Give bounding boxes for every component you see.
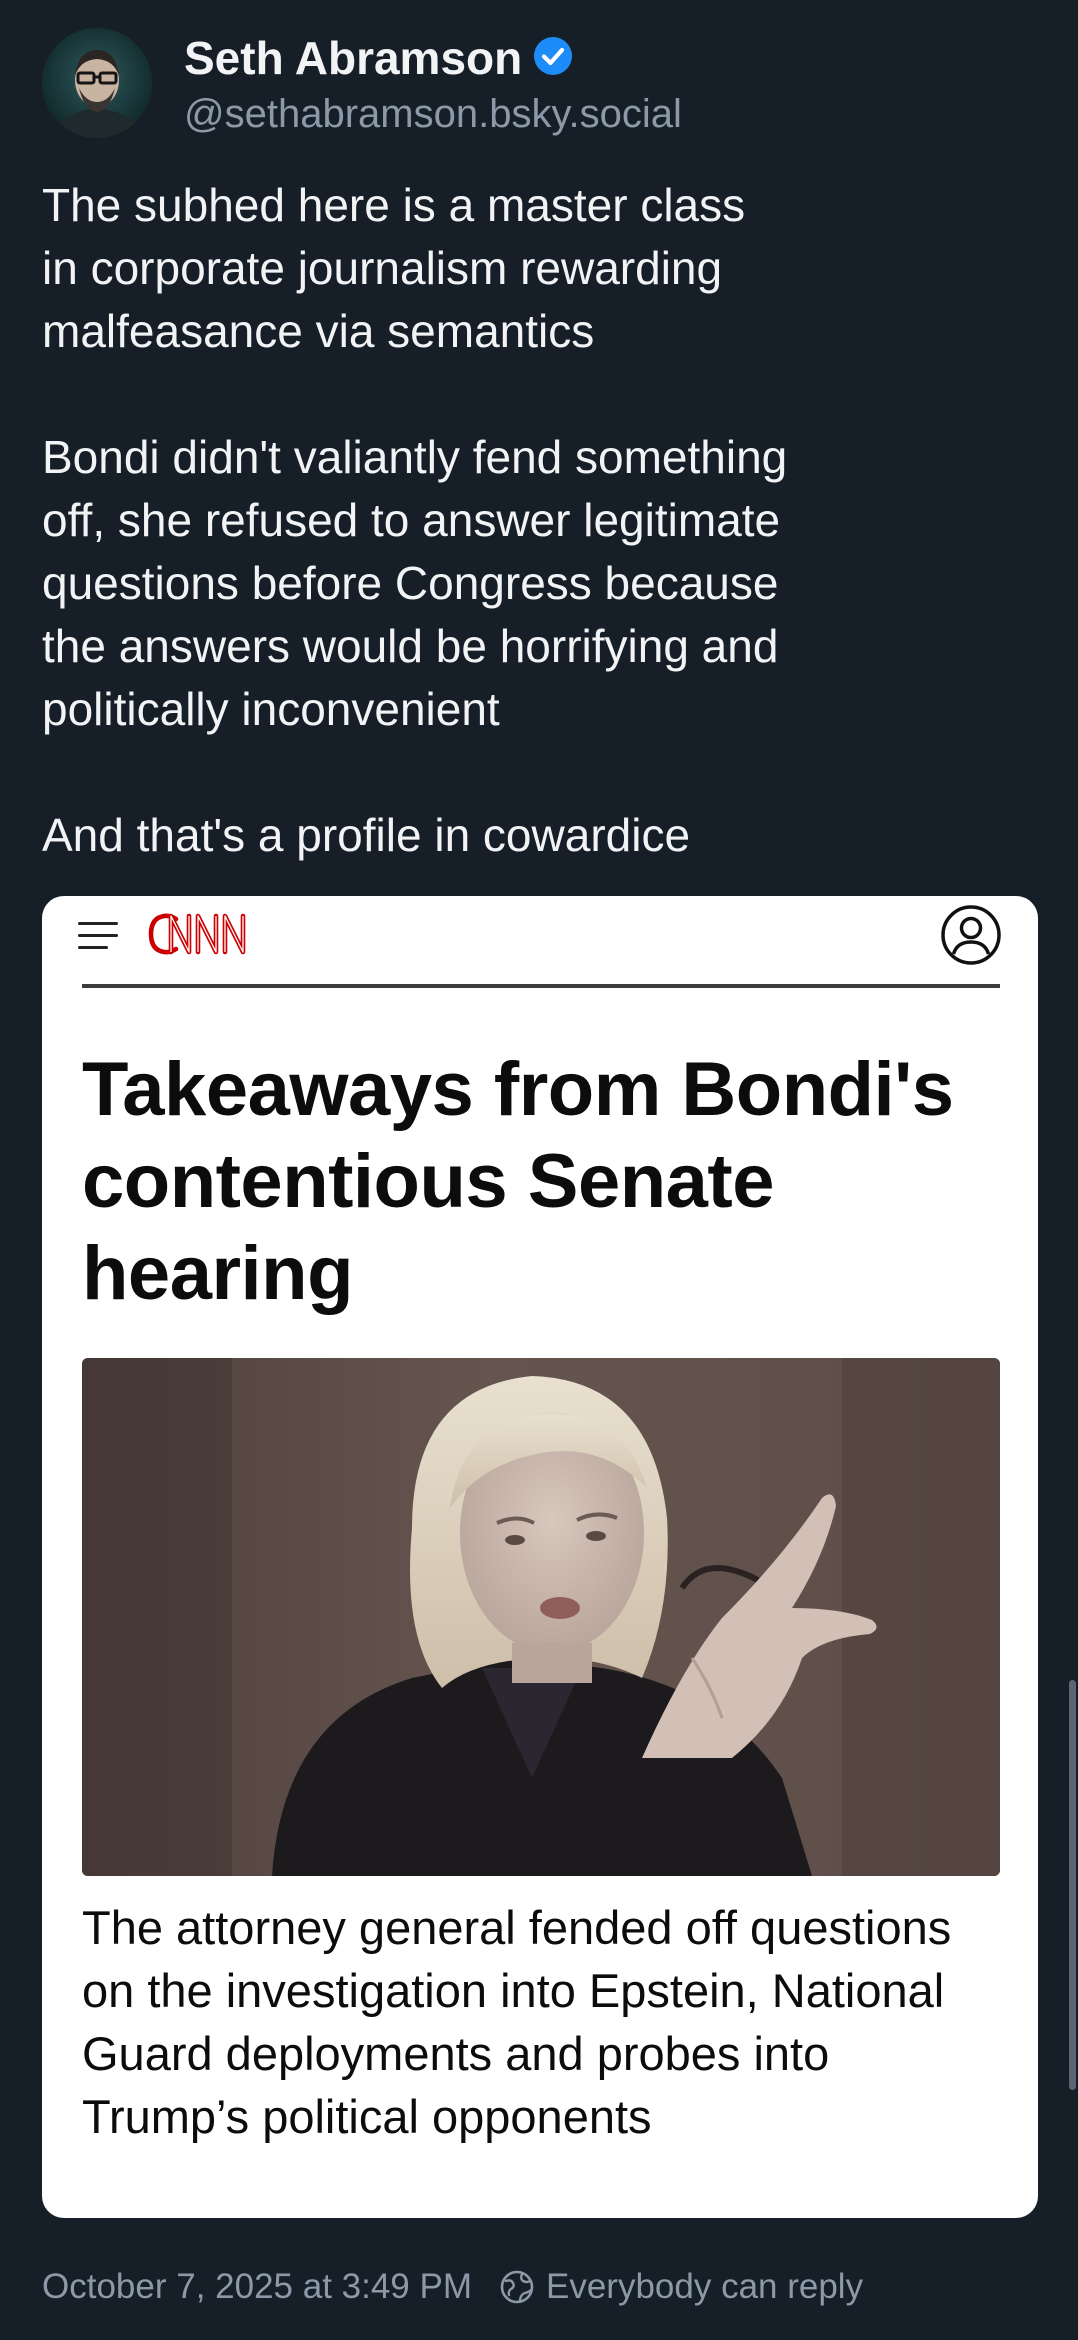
user-circle-icon xyxy=(941,905,1001,965)
avatar-image xyxy=(42,28,152,138)
author-handle[interactable]: @sethabramson.bsky.social xyxy=(184,90,682,138)
post-footer: October 7, 2025 at 3:49 PM Everybody can… xyxy=(42,2262,863,2312)
article-headline: Takeaways from Bondi's contentious Senat… xyxy=(82,1047,954,1316)
post-text: The subhed here is a master class in cor… xyxy=(42,174,1042,867)
embedded-image[interactable]: Takeaways from Bondi's contentious Senat… xyxy=(42,896,1038,2218)
post-paragraph: The subhed here is a master class in cor… xyxy=(42,179,746,357)
menu-icon xyxy=(78,918,118,954)
post-paragraph: And that's a profile in cowardice xyxy=(42,809,691,861)
verified-check-icon xyxy=(534,37,572,75)
post-paragraph: Bondi didn't valiantly fend something of… xyxy=(42,431,788,735)
cnn-logo xyxy=(148,913,246,955)
article-photo-image xyxy=(82,1358,1000,1876)
header-divider xyxy=(82,984,1000,988)
scrollbar[interactable] xyxy=(1069,1680,1076,2090)
author-name[interactable]: Seth Abramson xyxy=(184,30,522,86)
post: Seth Abramson @sethabramson.bsky.social … xyxy=(0,0,1078,2340)
globe-icon xyxy=(500,2270,534,2304)
post-timestamp[interactable]: October 7, 2025 at 3:49 PM xyxy=(42,2267,472,2307)
article-photo xyxy=(82,1358,1000,1876)
article-subhead: The attorney general fended off question… xyxy=(82,1901,952,2143)
reply-setting[interactable]: Everybody can reply xyxy=(546,2267,863,2307)
avatar[interactable] xyxy=(42,28,152,138)
